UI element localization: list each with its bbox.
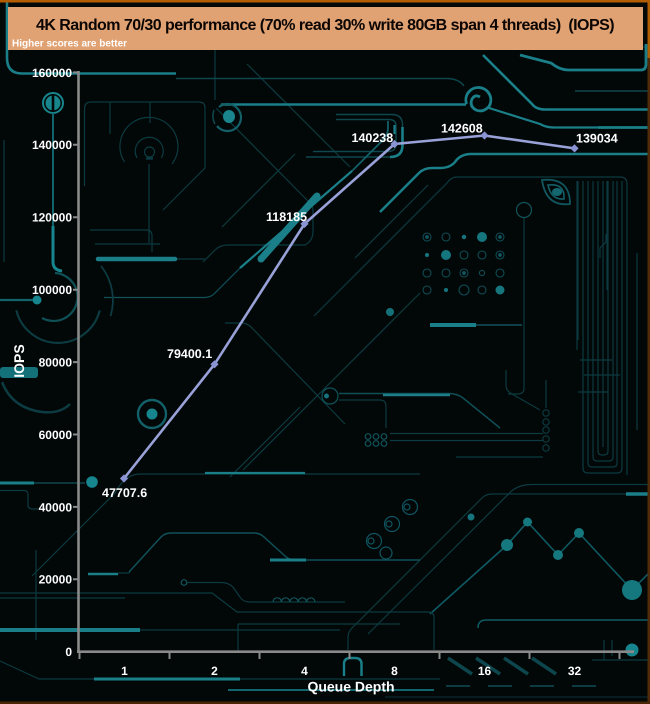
svg-text:4: 4 [301,664,308,678]
svg-text:100000: 100000 [32,283,72,297]
svg-text:32: 32 [568,664,582,678]
svg-text:8: 8 [391,664,398,678]
svg-text:16: 16 [478,664,492,678]
svg-text:40000: 40000 [39,500,73,514]
svg-text:140238: 140238 [352,131,394,145]
svg-text:1: 1 [121,664,128,678]
svg-text:20000: 20000 [39,573,73,587]
svg-text:80000: 80000 [39,356,73,370]
svg-text:160000: 160000 [32,66,72,80]
svg-text:0: 0 [65,645,72,659]
svg-text:60000: 60000 [39,428,73,442]
svg-text:142608: 142608 [441,122,483,136]
svg-text:79400.1: 79400.1 [167,347,212,361]
svg-text:47707.6: 47707.6 [102,486,147,500]
svg-text:118185: 118185 [266,210,307,224]
svg-text:120000: 120000 [32,211,72,225]
svg-text:2: 2 [211,664,218,678]
svg-text:Higher scores are better: Higher scores are better [12,39,127,50]
svg-text:Queue Depth: Queue Depth [307,679,394,695]
svg-text:140000: 140000 [32,138,72,152]
svg-text:IOPS: IOPS [11,344,27,377]
svg-text:4K Random 70/30 performance (7: 4K Random 70/30 performance (70% read 30… [36,17,614,34]
svg-text:139034: 139034 [576,132,618,146]
